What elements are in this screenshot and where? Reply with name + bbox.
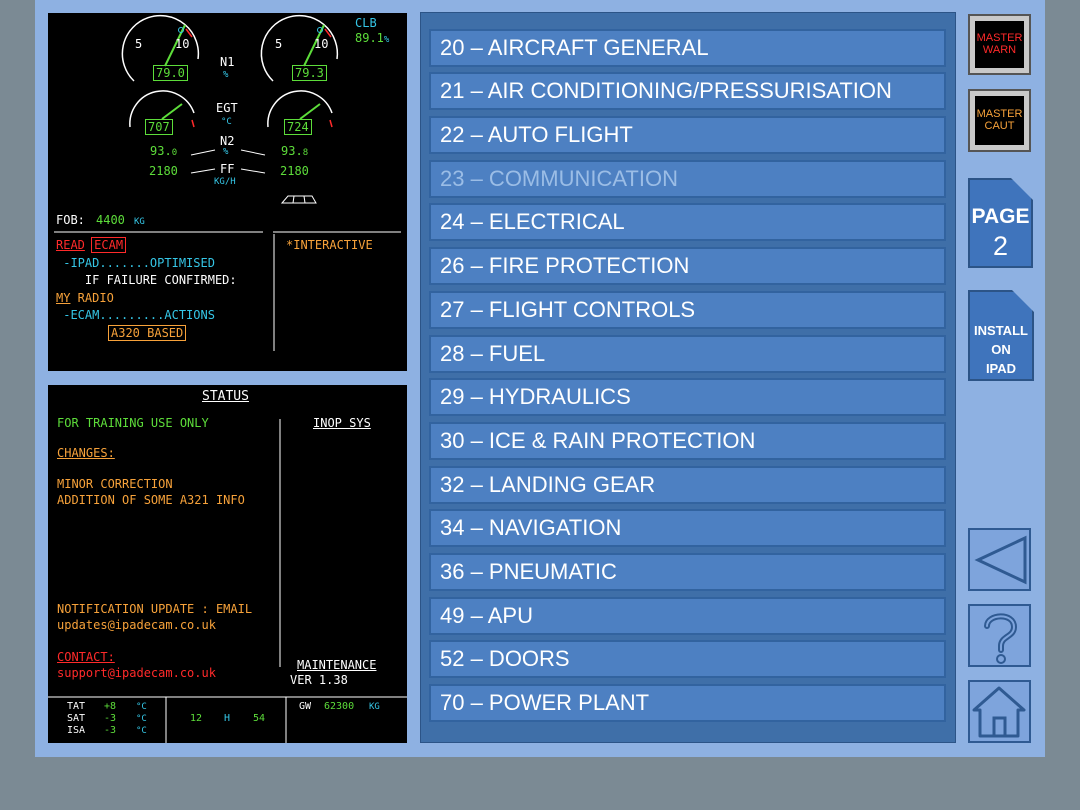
master-caut-light: MASTER CAUT: [975, 96, 1024, 145]
status-change-1: MINOR CORRECTION: [57, 477, 173, 491]
status-separators: [48, 419, 407, 743]
page-fold-corner: [1011, 178, 1033, 200]
status-version: VER 1.38: [290, 673, 348, 687]
n1-scale-10: 10: [175, 37, 190, 51]
memo-a320-based: A320 BASED: [107, 325, 187, 341]
home-icon: [972, 686, 1026, 738]
memo-line-radio: MY RADIO: [56, 291, 114, 305]
fob-label: FOB:: [56, 213, 85, 227]
chapter-item-32[interactable]: 32 – LANDING GEAR: [429, 466, 946, 504]
chapter-list: 20 – AIRCRAFT GENERAL DIMENSIONS/WEIGHT …: [420, 12, 956, 743]
clb-value: 89.1%: [355, 31, 390, 45]
master-warn-light: MASTER WARN: [975, 21, 1024, 68]
chapter-item-26[interactable]: 26 – FIRE PROTECTION: [429, 247, 946, 285]
upper-ecam-display: 5 10 5 10 CLB 89.1% N1 % 79.0 79.3 EGT °…: [48, 13, 407, 371]
home-button[interactable]: [968, 680, 1031, 743]
chapter-item-24[interactable]: 24 – ELECTRICAL: [429, 203, 946, 241]
egt-right-value: 724: [284, 119, 312, 135]
tat-unit: °C: [136, 702, 147, 712]
install-label: INSTALL ON IPAD: [974, 323, 1028, 376]
chapter-item-52[interactable]: 52 – DOORS: [429, 640, 946, 678]
status-notification: NOTIFICATION UPDATE : EMAIL: [57, 602, 253, 616]
help-question-icon: [984, 613, 1018, 664]
ff-left-value: 2180: [149, 164, 178, 178]
status-maintenance: MAINTENANCE: [297, 658, 377, 672]
time-minutes: 54: [253, 713, 266, 724]
page-label: PAGE: [971, 205, 1030, 228]
n1-right-value: 79.3: [292, 65, 327, 81]
chapter-item-20[interactable]: 20 – AIRCRAFT GENERAL DIMENSIONS/WEIGHT: [429, 29, 946, 94]
back-button[interactable]: [968, 528, 1031, 591]
fob-unit: KG: [134, 217, 145, 227]
n1-left-value: 79.0: [153, 65, 188, 81]
status-updates-email[interactable]: updates@ipadecam.co.uk: [57, 618, 216, 632]
tat-value: +8: [104, 701, 117, 712]
egt-left-value: 707: [145, 119, 173, 135]
memo-line-ecam: -ECAM.........ACTIONS: [56, 308, 215, 322]
page-2-button[interactable]: PAGE 2: [968, 178, 1033, 268]
chapter-item-22[interactable]: 22 – AUTO FLIGHT: [429, 116, 946, 154]
n1-scale-5-right: 5: [275, 37, 283, 51]
memo-interactive: *INTERACTIVE: [286, 238, 373, 252]
status-training: FOR TRAINING USE ONLY: [57, 416, 209, 430]
memo-line-ipad: -IPAD.......OPTIMISED: [56, 256, 215, 270]
chapter-item-36[interactable]: 36 – PNEUMATIC: [429, 553, 946, 591]
sat-unit: °C: [136, 714, 147, 724]
chapter-item-27[interactable]: 27 – FLIGHT CONTROLS: [429, 291, 946, 329]
fob-value: 4400: [96, 213, 125, 227]
ff-label: FF: [220, 162, 235, 176]
status-inop-sys: INOP SYS: [313, 416, 371, 430]
memo-line-failure: IF FAILURE CONFIRMED:: [56, 273, 237, 287]
egt-label: EGT: [216, 101, 238, 115]
master-caut-button[interactable]: MASTER CAUT: [968, 89, 1031, 152]
n2-left-value: 93.0: [150, 144, 178, 158]
install-on-ipad-button[interactable]: INSTALL ON IPAD: [968, 290, 1034, 381]
chapter-item-28[interactable]: 28 – FUEL: [429, 335, 946, 373]
lower-ecam-status-display: STATUS FOR TRAINING USE ONLY CHANGES: MI…: [48, 385, 407, 743]
time-h: H: [224, 713, 231, 724]
status-change-2: ADDITION OF SOME A321 INFO: [57, 493, 245, 507]
status-support-email[interactable]: support@ipadecam.co.uk: [57, 666, 216, 680]
status-contact: CONTACT:: [57, 650, 115, 664]
master-warn-button[interactable]: MASTER WARN: [968, 14, 1031, 75]
install-fold-corner: [1012, 290, 1034, 312]
n2-unit: %: [223, 147, 229, 157]
isa-value: -3: [104, 725, 117, 736]
back-triangle-icon: [974, 535, 1027, 585]
chapter-item-34[interactable]: 34 – NAVIGATION: [429, 509, 946, 547]
ff-right-value: 2180: [280, 164, 309, 178]
chapter-item-23[interactable]: 23 – COMMUNICATION: [429, 160, 946, 198]
sat-value: -3: [104, 713, 117, 724]
memo-read: READ ECAM: [56, 237, 127, 253]
chapter-item-49[interactable]: 49 – APU: [429, 597, 946, 635]
isa-label: ISA: [67, 725, 86, 736]
page-number: 2: [992, 231, 1009, 261]
chapter-item-29[interactable]: 29 – HYDRAULICS: [429, 378, 946, 416]
status-title: STATUS: [202, 389, 249, 404]
chapter-item-21[interactable]: 21 – AIR CONDITIONING/PRESSURISATION: [429, 72, 946, 110]
ff-unit: KG/H: [214, 177, 236, 187]
n2-right-value: 93.8: [281, 144, 309, 158]
isa-unit: °C: [136, 726, 147, 736]
n1-scale-5: 5: [135, 37, 143, 51]
clb-label: CLB: [355, 16, 377, 30]
help-button[interactable]: [968, 604, 1031, 667]
egt-unit: °C: [221, 117, 232, 127]
gw-label: GW: [299, 701, 312, 712]
gw-value: 62300: [324, 701, 355, 712]
chapter-item-30[interactable]: 30 – ICE & RAIN PROTECTION: [429, 422, 946, 460]
sat-label: SAT: [67, 713, 86, 724]
n1-label: N1: [220, 55, 235, 69]
time-hours: 12: [190, 713, 203, 724]
tat-label: TAT: [67, 701, 86, 712]
status-changes: CHANGES:: [57, 446, 115, 460]
gw-unit: KG: [369, 702, 380, 712]
n1-unit: %: [223, 70, 229, 80]
n1-scale-10-right: 10: [314, 37, 329, 51]
chapter-item-70[interactable]: 70 – POWER PLANT: [429, 684, 946, 722]
